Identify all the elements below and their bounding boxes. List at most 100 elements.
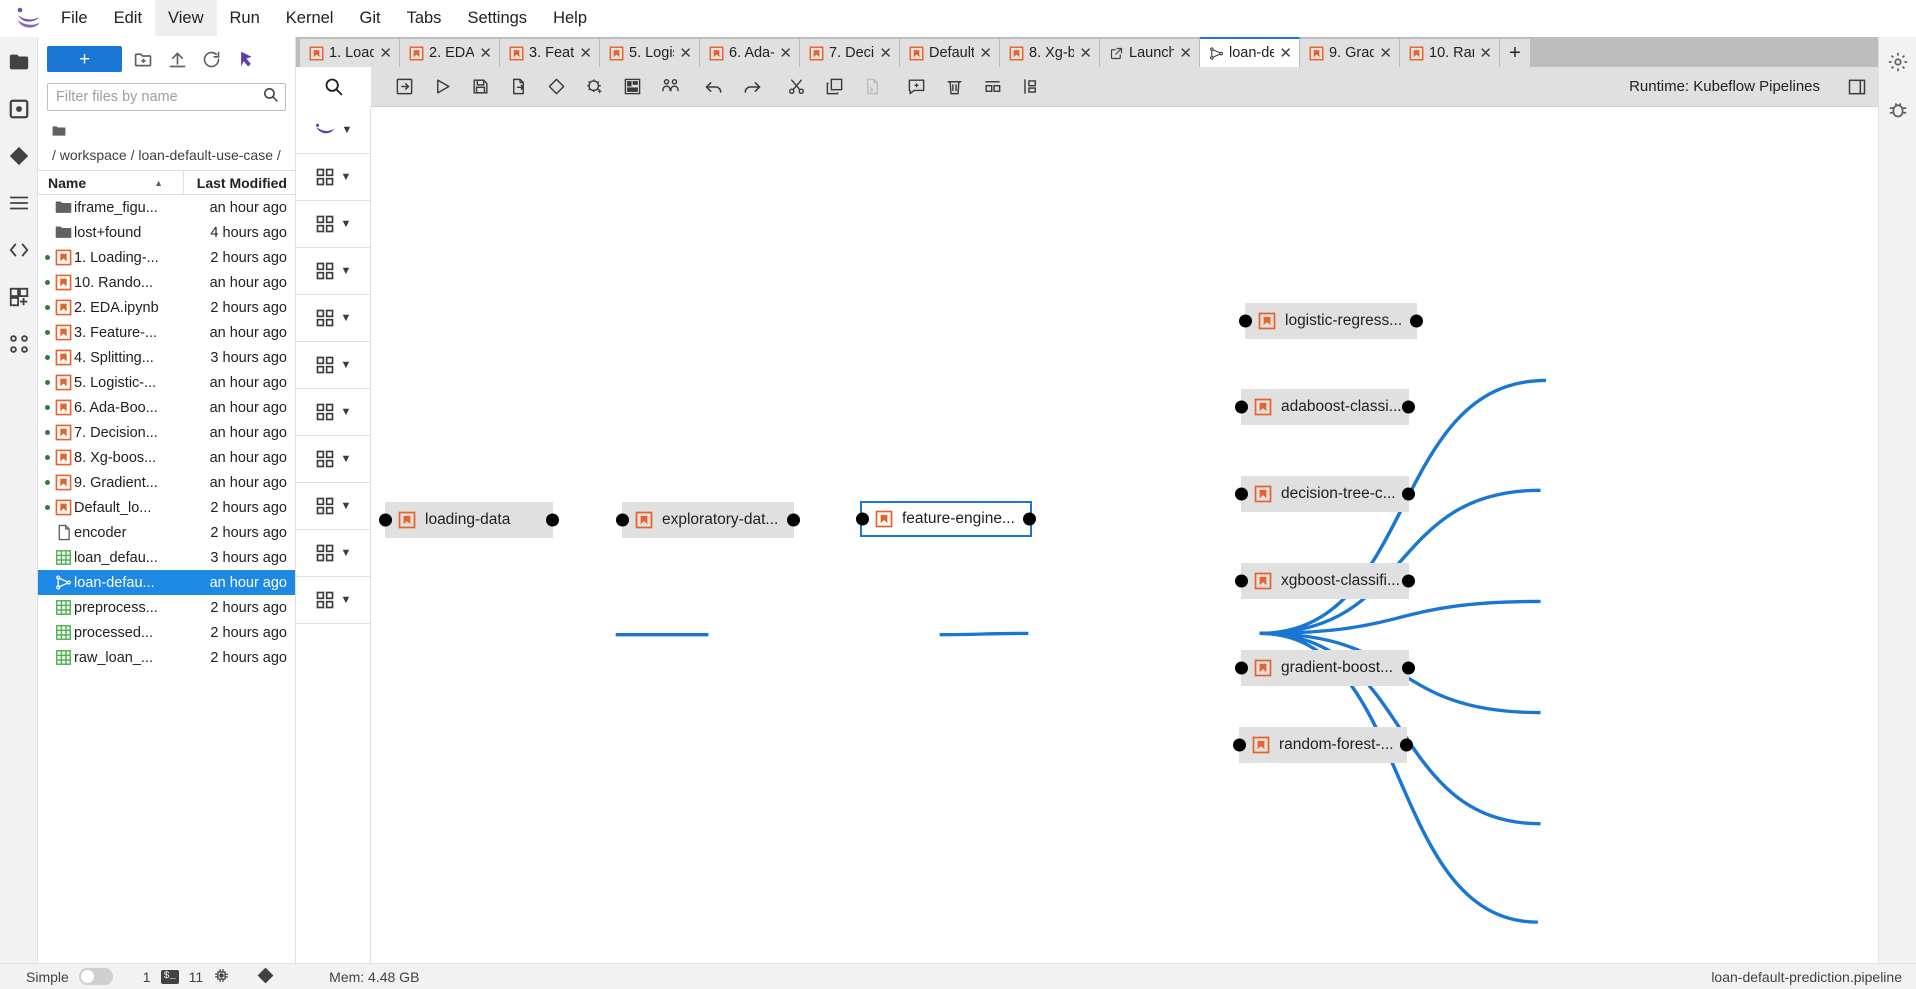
file-list-item[interactable]: Default_lo... 2 hours ago <box>38 495 295 520</box>
close-icon[interactable]: ✕ <box>1479 44 1492 62</box>
node-input-port[interactable] <box>1233 738 1246 752</box>
file-list-item[interactable]: loan_defau... 3 hours ago <box>38 545 295 570</box>
node-output-port[interactable] <box>1410 314 1423 328</box>
palette-group-6[interactable]: ▼ <box>296 389 370 436</box>
new-tab-button[interactable]: + <box>1500 39 1530 67</box>
palette-group-1[interactable]: ▼ <box>296 154 370 201</box>
palette-group-2[interactable]: ▼ <box>296 201 370 248</box>
file-list-item[interactable]: iframe_figu... an hour ago <box>38 195 295 220</box>
palette-group-9[interactable]: ▼ <box>296 530 370 577</box>
clear-pipeline-icon[interactable] <box>537 70 575 104</box>
file-list-item[interactable]: encoder 2 hours ago <box>38 520 295 545</box>
file-list-item[interactable]: raw_loan_... 2 hours ago <box>38 645 295 670</box>
editor-tab[interactable]: Default_✕ <box>900 39 1000 67</box>
menu-settings[interactable]: Settings <box>454 0 540 36</box>
node-input-port[interactable] <box>1235 487 1248 501</box>
file-list-item[interactable]: 1. Loading-... 2 hours ago <box>38 245 295 270</box>
editor-tab[interactable]: 8. Xg-bo✕ <box>1000 39 1100 67</box>
file-list-item[interactable]: lost+found 4 hours ago <box>38 220 295 245</box>
close-icon[interactable]: ✕ <box>979 44 992 62</box>
node-output-port[interactable] <box>1402 487 1415 501</box>
node-input-port[interactable] <box>379 513 392 527</box>
pipeline-node[interactable]: loading-data <box>379 502 559 538</box>
editor-tab[interactable]: 2. EDA.ip✕ <box>400 39 500 67</box>
palette-search-button[interactable] <box>296 66 371 107</box>
pipeline-node[interactable]: random-forest-... <box>1233 727 1413 763</box>
close-icon[interactable]: ✕ <box>1079 44 1092 62</box>
pipeline-properties-icon[interactable] <box>575 70 613 104</box>
breadcrumb[interactable]: / workspace / loan-default-use-case / <box>38 117 295 170</box>
editor-tab[interactable]: 6. Ada-B ✕ <box>700 39 800 67</box>
menu-git[interactable]: Git <box>346 0 393 36</box>
terminal-icon[interactable]: $_ <box>160 969 179 984</box>
open-runtimes-icon[interactable] <box>613 70 651 104</box>
close-icon[interactable]: ✕ <box>1179 44 1192 62</box>
code-snippets-icon[interactable] <box>6 237 32 263</box>
add-comment-icon[interactable] <box>897 70 935 104</box>
export-pipeline-icon[interactable] <box>499 70 537 104</box>
pipeline-link[interactable] <box>939 631 1029 637</box>
upload-icon[interactable] <box>164 46 190 72</box>
node-output-port[interactable] <box>1023 512 1036 526</box>
editor-tab[interactable]: 10. Ranc ✕ <box>1400 39 1500 67</box>
file-list-item[interactable]: 8. Xg-boos... an hour ago <box>38 445 295 470</box>
pipeline-node[interactable]: exploratory-dat... <box>616 502 800 538</box>
editor-tab[interactable]: 3. Featu✕ <box>500 39 600 67</box>
node-input-port[interactable] <box>1235 400 1248 414</box>
editor-tab[interactable]: loan-def✕ <box>1200 37 1300 67</box>
refresh-icon[interactable] <box>198 46 224 72</box>
file-list-item[interactable]: processed... 2 hours ago <box>38 620 295 645</box>
palette-group-5[interactable]: ▼ <box>296 342 370 389</box>
palette-group-10[interactable]: ▼ <box>296 577 370 624</box>
git-status-icon[interactable] <box>256 966 275 988</box>
node-input-port[interactable] <box>1235 574 1248 588</box>
close-icon[interactable]: ✕ <box>679 44 692 62</box>
node-input-port[interactable] <box>1239 314 1252 328</box>
file-browser-icon[interactable] <box>6 49 32 75</box>
simple-mode-toggle[interactable] <box>78 968 113 985</box>
node-output-port[interactable] <box>546 513 559 527</box>
close-icon[interactable]: ✕ <box>479 44 492 62</box>
node-output-port[interactable] <box>1402 661 1415 675</box>
table-of-contents-icon[interactable] <box>6 190 32 216</box>
editor-tab[interactable]: 7. Decis✕ <box>800 39 900 67</box>
node-input-port[interactable] <box>856 512 869 526</box>
node-input-port[interactable] <box>616 513 629 527</box>
palette-group-4[interactable]: ▼ <box>296 295 370 342</box>
undo-icon[interactable] <box>695 70 733 104</box>
node-output-port[interactable] <box>1402 574 1415 588</box>
menu-tabs[interactable]: Tabs <box>394 0 455 36</box>
debugger-icon[interactable] <box>1885 97 1911 123</box>
copy-icon[interactable] <box>815 70 853 104</box>
new-tab-icon[interactable] <box>232 46 258 72</box>
editor-tab[interactable]: 5. Logist ✕ <box>600 39 700 67</box>
arrange-vertically-icon[interactable] <box>1011 70 1049 104</box>
close-icon[interactable]: ✕ <box>879 44 892 62</box>
paste-icon[interactable] <box>853 70 891 104</box>
column-header-last-modified[interactable]: Last Modified <box>183 171 295 194</box>
open-runtime-images-icon[interactable] <box>651 70 689 104</box>
run-in-place-icon[interactable] <box>385 70 423 104</box>
close-icon[interactable]: ✕ <box>379 44 392 62</box>
node-output-port[interactable] <box>787 513 800 527</box>
cut-icon[interactable] <box>777 70 815 104</box>
new-folder-icon[interactable] <box>130 46 156 72</box>
editor-tab[interactable]: 9. Gradi✕ <box>1300 39 1400 67</box>
file-list-item[interactable]: 7. Decision... an hour ago <box>38 420 295 445</box>
file-list-item[interactable]: preprocess... 2 hours ago <box>38 595 295 620</box>
file-list-item[interactable]: loan-defau... an hour ago <box>38 570 295 595</box>
close-icon[interactable]: ✕ <box>579 44 592 62</box>
close-icon[interactable]: ✕ <box>1379 44 1392 62</box>
toggle-right-panel-icon[interactable] <box>1836 77 1878 97</box>
running-terminals-icon[interactable] <box>6 96 32 122</box>
file-list-item[interactable]: 5. Logistic-... an hour ago <box>38 370 295 395</box>
pipeline-node[interactable]: gradient-boost... <box>1235 650 1415 686</box>
pipeline-node[interactable]: decision-tree-c... <box>1235 476 1415 512</box>
node-input-port[interactable] <box>1235 661 1248 675</box>
search-input[interactable] <box>56 89 262 105</box>
run-pipeline-icon[interactable] <box>423 70 461 104</box>
file-list-item[interactable]: 6. Ada-Boo... an hour ago <box>38 395 295 420</box>
palette-group-3[interactable]: ▼ <box>296 248 370 295</box>
git-icon[interactable] <box>6 143 32 169</box>
menu-run[interactable]: Run <box>217 0 273 36</box>
